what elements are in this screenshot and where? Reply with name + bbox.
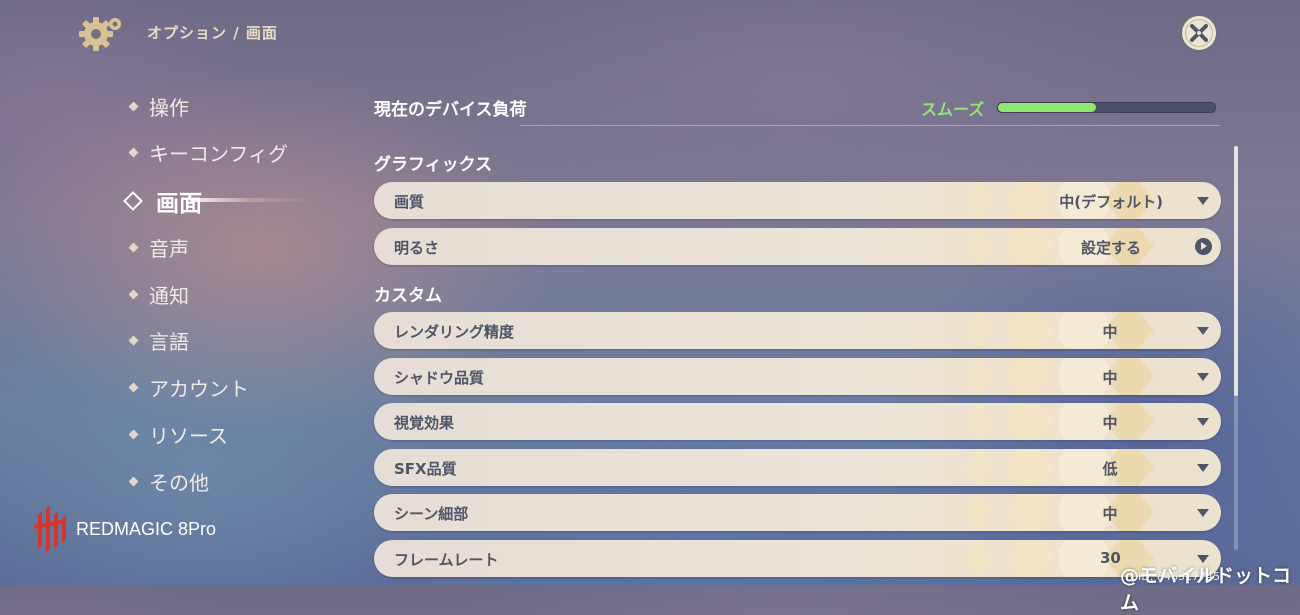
nav-item-label: リソース [149,424,228,448]
dropdown-caret-icon [1197,197,1209,205]
scrollbar-thumb[interactable] [1234,146,1238,396]
nav-item-audio[interactable]: 音声 [128,233,189,262]
nav-item-resources[interactable]: リソース [128,420,228,449]
setting-label: レンダリング精度 [394,323,515,341]
close-icon [1190,24,1208,42]
setting-value: 中(デフォルト) [1059,193,1163,211]
nav-bullet-icon [128,335,139,346]
brand-label: REDMAGIC 8Pro [76,518,217,539]
nav-item-key-config[interactable]: キーコンフィグ [128,138,288,167]
nav-item-label: キーコンフィグ [149,142,288,166]
nav-bullet-icon [128,147,139,158]
active-nav-glow [190,198,310,202]
device-load-title: 現在のデバイス負荷 [374,100,527,120]
setting-value: 低 [1102,460,1118,478]
nav-item-label: 操作 [149,96,189,120]
nav-item-account[interactable]: アカウント [128,373,249,402]
setting-label: フレームレート [394,551,499,569]
nav-item-label: アカウント [149,377,249,401]
dropdown-caret-icon [1197,327,1209,335]
dropdown-caret-icon [1197,464,1209,472]
section-title-graphics: グラフィックス [374,155,493,175]
nav-item-label: 音声 [149,237,189,261]
setting-label: シャドウ品質 [394,369,485,387]
setting-value: 30 [1100,549,1121,567]
nav-item-other[interactable]: その他 [128,467,209,496]
device-load-row: 現在のデバイス負荷 スムーズ [374,95,1220,127]
divider [520,125,1220,126]
device-brand: REDMAGIC 8Pro [32,505,216,553]
redmagic-logo-icon [34,505,66,553]
settings-gear-icon [79,17,121,51]
diamond-pattern-icon [964,403,1154,440]
diamond-pattern-icon [964,449,1154,486]
nav-bullet-icon [128,382,139,393]
setting-value: 中 [1102,369,1118,387]
device-load-fill [998,103,1096,112]
setting-row-quality[interactable]: 画質 中(デフォルト) [374,182,1221,219]
diamond-pattern-icon [964,312,1154,349]
arrow-right-icon[interactable] [1195,238,1212,255]
diamond-pattern-icon [964,494,1154,531]
dropdown-caret-icon [1197,509,1209,517]
dropdown-caret-icon [1197,418,1209,426]
nav-bullet-icon [128,429,139,440]
device-load-bar [997,102,1216,113]
setting-row-visual-effects[interactable]: 視覚効果 中 [374,403,1221,440]
setting-label: 明るさ [394,239,440,257]
close-button[interactable] [1179,13,1219,53]
breadcrumb: オプション / 画面 [147,24,278,42]
nav-item-label: その他 [149,471,209,495]
setting-value: 中 [1102,323,1118,341]
setting-label: 視覚効果 [394,414,455,432]
nav-bullet-icon [128,101,139,112]
nav-bullet-icon [128,242,139,253]
setting-row-brightness[interactable]: 明るさ 設定する [374,228,1221,265]
setting-value: 設定する [1080,239,1141,257]
diamond-pattern-icon [964,358,1154,395]
setting-label: シーン細部 [394,505,469,523]
device-load-status: スムーズ [921,100,985,119]
setting-label: 画質 [394,193,425,211]
nav-bullet-icon [128,476,139,487]
nav-item-label: 通知 [149,284,189,308]
nav-bullet-icon [128,289,139,300]
uid-label: UID: 846517745 [1130,570,1220,583]
setting-row-render-precision[interactable]: レンダリング精度 中 [374,312,1221,349]
diamond-pattern-icon [964,228,1154,265]
nav-item-notifications[interactable]: 通知 [128,280,189,309]
nav-item-label: 言語 [149,330,189,354]
setting-row-frame-rate[interactable]: フレームレート 30 [374,540,1221,577]
dropdown-caret-icon [1197,373,1209,381]
setting-row-shadow-quality[interactable]: シャドウ品質 中 [374,358,1221,395]
setting-value: 中 [1102,414,1118,432]
setting-value: 中 [1102,505,1118,523]
nav-bullet-active-icon [123,191,143,211]
section-title-custom: カスタム [374,286,442,306]
nav-item-controls[interactable]: 操作 [128,92,189,121]
setting-row-scene-detail[interactable]: シーン細部 中 [374,494,1221,531]
setting-label: SFX品質 [394,460,457,478]
nav-item-language[interactable]: 言語 [128,326,189,355]
setting-row-sfx-quality[interactable]: SFX品質 低 [374,449,1221,486]
